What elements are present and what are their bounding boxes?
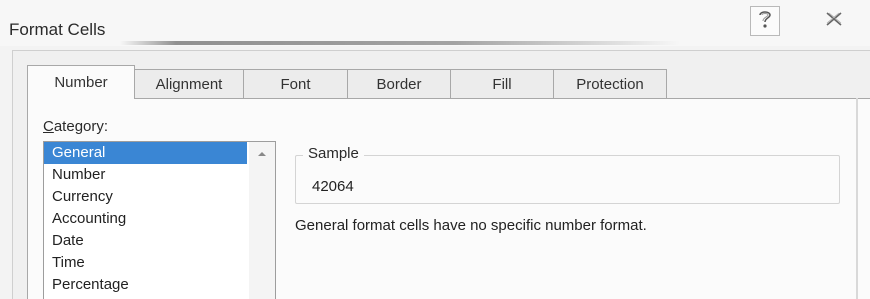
- tab-fill[interactable]: Fill: [451, 69, 554, 99]
- category-item-general[interactable]: General: [44, 142, 247, 164]
- category-scrollbar[interactable]: [249, 142, 275, 299]
- tab-alignment[interactable]: Alignment: [135, 69, 244, 99]
- scroll-up-button[interactable]: [249, 142, 275, 164]
- sample-value: 42064: [312, 178, 354, 195]
- sample-legend: Sample: [303, 145, 364, 162]
- dialog-title: Format Cells: [9, 20, 106, 39]
- tab-font[interactable]: Font: [244, 69, 348, 99]
- title-divider: [120, 41, 680, 45]
- tab-protection[interactable]: Protection: [554, 69, 667, 99]
- category-item-accounting[interactable]: Accounting: [44, 208, 275, 230]
- tab-border[interactable]: Border: [348, 69, 451, 99]
- category-item-date[interactable]: Date: [44, 230, 275, 252]
- title-bar: Format Cells: [0, 0, 870, 46]
- close-icon: [825, 11, 843, 31]
- question-mark-icon: [757, 9, 773, 34]
- category-item-number[interactable]: Number: [44, 164, 275, 186]
- category-label: Category:: [43, 118, 109, 135]
- category-listbox[interactable]: General Number Currency Accounting Date …: [43, 141, 276, 299]
- tab-strip: Number Alignment Font Border Fill Protec…: [27, 65, 667, 99]
- category-item-time[interactable]: Time: [44, 252, 275, 274]
- category-item-currency[interactable]: Currency: [44, 186, 275, 208]
- panel-edge: [856, 98, 858, 299]
- chevron-up-icon: [257, 144, 267, 162]
- tab-number[interactable]: Number: [27, 65, 135, 99]
- category-item-percentage[interactable]: Percentage: [44, 274, 275, 296]
- sample-group: [295, 155, 840, 204]
- format-cells-dialog: Format Cells Number Alignment Font Borde…: [0, 0, 870, 299]
- close-button[interactable]: [818, 8, 850, 34]
- help-button[interactable]: [750, 6, 780, 36]
- format-description: General format cells have no specific nu…: [295, 217, 647, 234]
